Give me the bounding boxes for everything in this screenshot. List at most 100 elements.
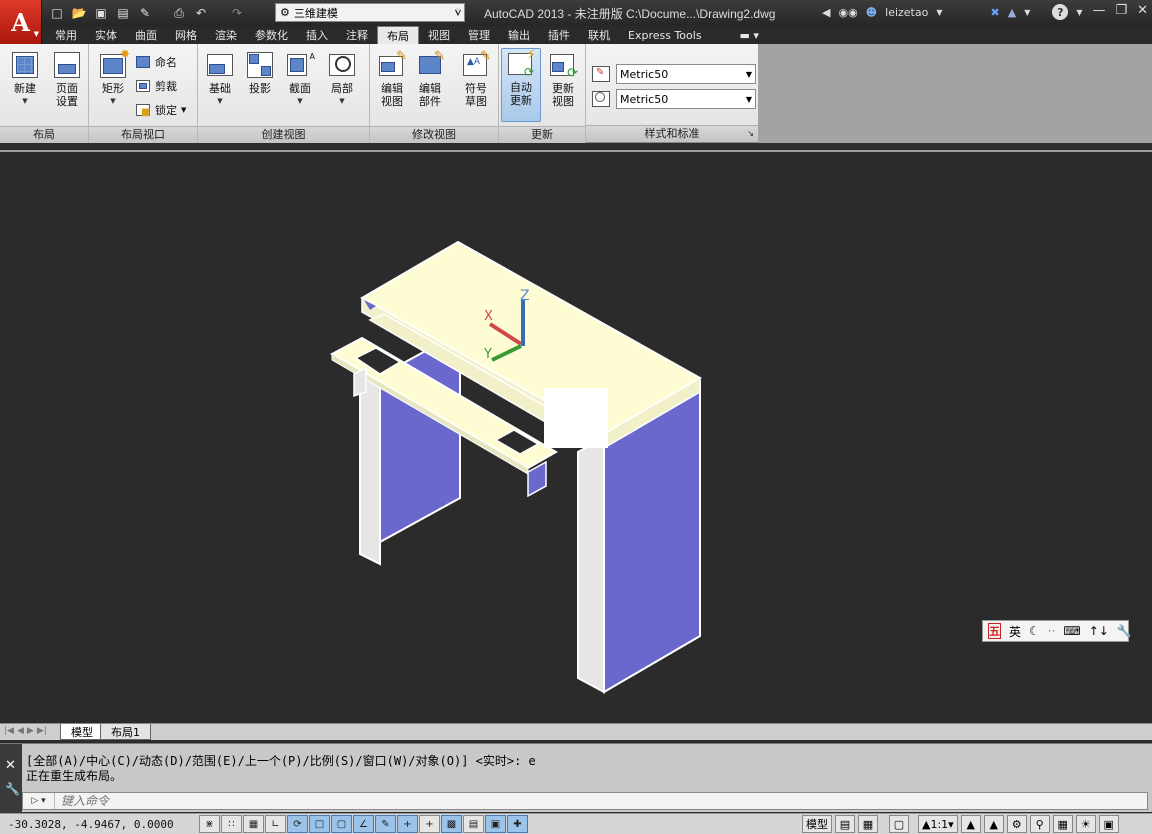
close-icon[interactable]: ✕ (5, 758, 16, 773)
clean-screen-icon[interactable]: ▣ (1098, 815, 1119, 833)
named-viewport-button[interactable]: 命名 (135, 52, 177, 72)
3d-osnap-icon[interactable]: ▢ (331, 815, 352, 833)
tab-parametric[interactable]: 参数化 (246, 26, 297, 44)
print-icon[interactable]: ⎙ (170, 5, 188, 21)
workspace-selector[interactable]: ⚙ 三维建模 ▼ (275, 3, 465, 22)
command-prompt-icon[interactable]: ▷ ▾ (23, 793, 55, 809)
tab-model[interactable]: 模型 (60, 724, 104, 740)
drawing-area[interactable]: Z X Y (0, 150, 1152, 723)
moon-icon[interactable]: ☾ (1029, 624, 1040, 638)
update-view-button[interactable]: ⟳ 更新 视图 (543, 50, 583, 122)
ime-logo[interactable]: 五 (988, 623, 1001, 639)
tab-online[interactable]: 联机 (579, 26, 619, 44)
close-icon[interactable]: ✕ (1137, 3, 1148, 18)
last-layout-icon[interactable]: ▶| (37, 726, 47, 736)
tab-output[interactable]: 输出 (499, 26, 539, 44)
tab-surface[interactable]: 曲面 (126, 26, 166, 44)
lock-viewport-button[interactable]: ■ 锁定 ▼ (135, 100, 186, 120)
auto-update-button[interactable]: ⚡ ⟳ 自动 更新 (501, 48, 541, 122)
chevron-down-icon[interactable]: ▼ (1024, 8, 1030, 17)
annotation-monitor-icon[interactable]: ✚ (507, 815, 528, 833)
lineweight-icon[interactable]: + (419, 815, 440, 833)
hardware-acceleration-icon[interactable]: ▦ (1052, 815, 1073, 833)
projected-view-button[interactable]: 投影 (240, 50, 280, 122)
rectangular-viewport-button[interactable]: ✸ 矩形 ▼ (93, 48, 133, 122)
next-layout-icon[interactable]: ▶ (27, 726, 34, 736)
tab-insert[interactable]: 插入 (297, 26, 337, 44)
clip-viewport-button[interactable]: 剪裁 (135, 76, 177, 96)
exchange-icon[interactable]: ✖ (991, 6, 1000, 19)
annotation-visibility-icon[interactable]: ▲ (960, 815, 981, 833)
wrench-icon[interactable]: 🔧 (1117, 624, 1132, 638)
pan-icon[interactable]: ▢ (889, 815, 909, 833)
symbol-sketch-button[interactable]: ▲A ✎ 符号 草图 (456, 50, 496, 122)
isolate-objects-icon[interactable]: ☀ (1075, 815, 1096, 833)
lock-icon[interactable]: ⚲ (1029, 815, 1050, 833)
section-view-button[interactable]: A 截面 ▼ (280, 50, 320, 122)
tab-express-tools[interactable]: Express Tools (619, 26, 711, 44)
wrench-icon[interactable]: 🔧 (5, 782, 20, 796)
auto-scale-icon[interactable]: ▲ (983, 815, 1004, 833)
ortho-icon[interactable]: ∟ (265, 815, 286, 833)
save-as-icon[interactable]: ▤ (114, 5, 132, 21)
keyboard-icon[interactable]: ⌨ (1063, 624, 1080, 638)
ime-mode-toggle[interactable]: 英 (1009, 623, 1021, 640)
qat-more-icon[interactable]: ▼ (455, 6, 461, 15)
new-layout-button[interactable]: 新建 ▼ (5, 50, 45, 122)
publish-icon[interactable]: ✎ (136, 5, 154, 21)
user-icon[interactable]: ☻ (866, 6, 877, 19)
save-icon[interactable]: ▣ (92, 5, 110, 21)
osnap-icon[interactable]: □ (309, 815, 330, 833)
otrack-icon[interactable]: ∠ (353, 815, 374, 833)
dyn-icon[interactable]: + (397, 815, 418, 833)
tab-home[interactable]: 常用 (46, 26, 86, 44)
minimize-icon[interactable]: — (1092, 3, 1105, 18)
quick-properties-icon[interactable]: ▤ (463, 815, 484, 833)
user-name[interactable]: leizetao (885, 6, 928, 19)
command-input[interactable] (55, 794, 655, 808)
open-icon[interactable]: 📂 (70, 5, 88, 21)
workspace-switch-icon[interactable]: ⚙ (1006, 815, 1027, 833)
new-icon[interactable]: □ (48, 5, 66, 21)
chevron-down-icon[interactable]: ▼ (1076, 8, 1082, 17)
edit-component-button[interactable]: ✎ 编辑 部件 (410, 50, 450, 122)
expand-arrow-icon[interactable]: ◀ (822, 6, 830, 19)
detail-style-icon[interactable] (590, 89, 612, 109)
autodesk-icon[interactable]: ▲ (1008, 6, 1016, 19)
tab-plugins[interactable]: 插件 (539, 26, 579, 44)
detail-style-select[interactable]: Metric50 ▼ (616, 89, 756, 109)
undo-icon[interactable]: ↶ (192, 5, 210, 21)
prev-layout-icon[interactable]: ◀ (17, 726, 24, 736)
section-style-icon[interactable]: ✎ (590, 64, 612, 84)
infer-constraints-icon[interactable]: ⋇ (199, 815, 220, 833)
tab-manage[interactable]: 管理 (459, 26, 499, 44)
quick-view-layouts-icon[interactable]: ▤ (835, 815, 855, 833)
transparency-icon[interactable]: ▩ (441, 815, 462, 833)
edit-view-button[interactable]: ✎ 编辑 视图 (372, 50, 412, 122)
detail-view-button[interactable]: 局部 ▼ (322, 50, 362, 122)
first-layout-icon[interactable]: |◀ (4, 726, 14, 736)
annotation-scale-button[interactable]: ▲ 1:1 ▾ (918, 815, 958, 833)
binoculars-icon[interactable]: ◉◉ (838, 6, 857, 19)
tab-solid[interactable]: 实体 (86, 26, 126, 44)
grid-icon[interactable]: ▦ (243, 815, 264, 833)
coordinates-readout[interactable]: -30.3028, -4.9467, 0.0000 (8, 818, 174, 831)
tab-render[interactable]: 渲染 (206, 26, 246, 44)
section-style-select[interactable]: Metric50 ▼ (616, 64, 756, 84)
tab-mesh[interactable]: 网格 (166, 26, 206, 44)
tab-layout[interactable]: 布局 (377, 26, 419, 44)
settings-icon[interactable]: ↑↓ (1089, 624, 1109, 638)
help-icon[interactable]: ? (1052, 4, 1069, 20)
chevron-down-icon[interactable]: ▼ (936, 8, 942, 17)
selection-cycling-icon[interactable]: ▣ (485, 815, 506, 833)
page-setup-button[interactable]: 页面 设置 (47, 50, 87, 122)
tab-view[interactable]: 视图 (419, 26, 459, 44)
snap-icon[interactable]: ∷ (221, 815, 242, 833)
quick-view-drawings-icon[interactable]: ▦ (858, 815, 878, 833)
tab-layout1[interactable]: 布局1 (100, 724, 151, 740)
ducs-icon[interactable]: ✎ (375, 815, 396, 833)
application-menu-button[interactable]: A ▼ (0, 0, 42, 44)
tab-annotate[interactable]: 注释 (337, 26, 377, 44)
ribbon-options-button[interactable]: ▬ ▾ (731, 26, 768, 44)
base-view-button[interactable]: 基础 ▼ (200, 50, 240, 122)
